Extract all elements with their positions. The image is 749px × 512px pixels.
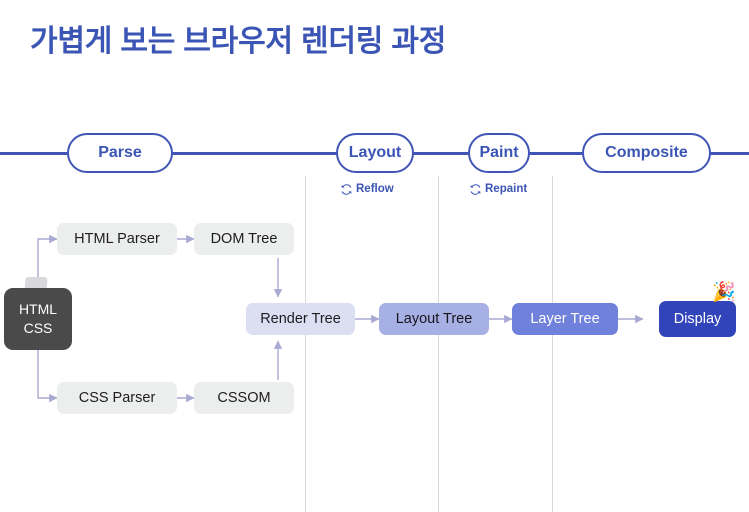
arrow-source-to-css-parser [37,350,58,403]
source-label-css: CSS [23,320,53,336]
node-dom-tree[interactable]: DOM Tree [194,223,294,255]
refresh-icon [470,183,481,195]
source-label-html: HTML [18,301,58,318]
pipeline-stage-layout[interactable]: Layout [336,133,414,173]
source-node-html-css[interactable]: HTML CSS [4,288,72,350]
pipeline-stage-parse[interactable]: Parse [67,133,173,173]
node-cssom[interactable]: CSSOM [194,382,294,414]
node-layout-tree[interactable]: Layout Tree [379,303,489,335]
pipeline-rail-segment-2 [410,152,472,155]
slide-canvas: 가볍게 보는 브라우저 렌더링 과정 Parse Layout Paint Co… [0,0,749,512]
sublabel-reflow-text: Reflow [356,183,394,195]
pipeline-rail-segment-3 [528,152,585,155]
stage-divider-layout-paint [438,176,439,512]
sublabel-repaint: Repaint [470,183,527,195]
node-css-parser[interactable]: CSS Parser [57,382,177,414]
party-popper-icon: 🎉 [712,282,736,303]
pipeline-stage-composite[interactable]: Composite [582,133,711,173]
node-display[interactable]: Display [659,301,736,337]
flow-connectors [37,234,644,403]
sublabel-reflow: Reflow [341,183,394,195]
stage-divider-paint-composite [552,176,553,512]
pipeline-rail-segment-0 [0,152,70,155]
node-html-parser[interactable]: HTML Parser [57,223,177,255]
page-title: 가볍게 보는 브라우저 렌더링 과정 [30,25,447,58]
sublabel-repaint-text: Repaint [485,183,528,195]
pipeline-stage-paint[interactable]: Paint [468,133,530,173]
node-render-tree[interactable]: Render Tree [246,303,355,335]
pipeline-rail-segment-1 [170,152,340,155]
rendering-pipeline: Parse Layout Paint Composite [0,133,749,175]
stage-divider-parse-layout [305,176,306,512]
refresh-icon [341,183,352,195]
node-layer-tree[interactable]: Layer Tree [512,303,618,335]
pipeline-rail-segment-4 [708,152,749,155]
